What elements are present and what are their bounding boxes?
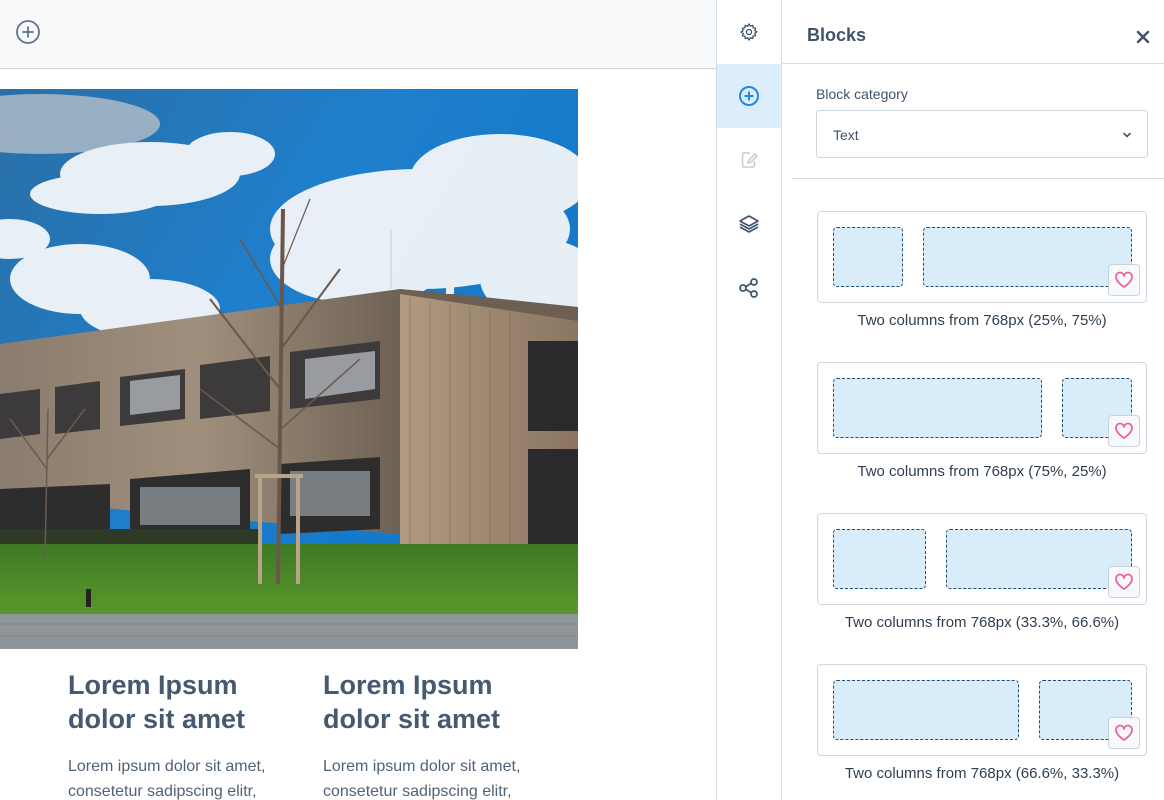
heart-icon [1115, 271, 1133, 288]
chevron-down-icon [1123, 132, 1131, 138]
favorite-button[interactable] [1108, 415, 1140, 447]
favorite-button[interactable] [1108, 566, 1140, 598]
block-item[interactable]: Two columns from 768px (75%, 25%) [817, 362, 1147, 480]
rail-settings-button[interactable] [717, 0, 781, 64]
block-label: Two columns from 768px (75%, 25%) [857, 463, 1107, 480]
rail-share-button[interactable] [717, 256, 781, 320]
heart-icon [1115, 422, 1133, 439]
panel-divider [792, 178, 1164, 179]
block-preview[interactable] [817, 362, 1147, 454]
column-heading: Lorem Ipsum dolor sit amet [68, 670, 246, 734]
favorite-button[interactable] [1108, 717, 1140, 749]
block-item[interactable]: Two columns from 768px (66.6%, 33.3%) [817, 664, 1147, 782]
block-category-value: Text [833, 127, 859, 143]
layers-icon [739, 215, 759, 233]
panel-title: Blocks [807, 25, 867, 45]
block-preview[interactable] [817, 664, 1147, 756]
rail-edit-button[interactable] [717, 128, 781, 192]
block-item[interactable]: Two columns from 768px (33.3%, 66.6%) [817, 513, 1147, 631]
sidebar-rail [716, 0, 782, 800]
building-photo [0, 89, 578, 649]
text-column-1[interactable]: Lorem Ipsum dolor sit amet Lorem ipsum d… [68, 668, 298, 800]
block-label: Two columns from 768px (66.6%, 33.3%) [844, 765, 1120, 782]
panel-header: Blocks [782, 0, 1164, 64]
close-panel-button[interactable] [1134, 28, 1152, 46]
column-preview [833, 227, 903, 287]
block-category-label: Block category [816, 86, 908, 102]
share-icon [739, 278, 758, 298]
add-block-button[interactable] [15, 19, 41, 45]
block-category-select[interactable]: Text [816, 110, 1148, 158]
close-icon [1136, 30, 1150, 44]
column-body: Lorem ipsum dolor sit amet, consetetur s… [323, 758, 521, 800]
column-preview [833, 529, 926, 589]
heart-icon [1115, 573, 1133, 590]
blocks-panel: Blocks Block category Text Two columns f… [782, 0, 1164, 800]
column-preview [946, 529, 1132, 589]
editor-canvas: Lorem Ipsum dolor sit amet Lorem ipsum d… [0, 0, 716, 800]
column-preview [833, 378, 1042, 438]
column-preview [833, 680, 1019, 740]
column-heading: Lorem Ipsum dolor sit amet [323, 670, 501, 734]
column-preview [923, 227, 1132, 287]
edit-document-icon [741, 152, 759, 168]
gear-icon [739, 22, 759, 42]
plus-circle-icon [739, 86, 759, 106]
block-preview[interactable] [817, 211, 1147, 303]
plus-circle-icon [16, 20, 40, 44]
block-preview[interactable] [817, 513, 1147, 605]
rail-layers-button[interactable] [717, 192, 781, 256]
block-item[interactable]: Two columns from 768px (25%, 75%) [817, 211, 1147, 329]
favorite-button[interactable] [1108, 264, 1140, 296]
rail-add-block-button[interactable] [717, 64, 781, 128]
hero-image[interactable] [0, 89, 578, 649]
heart-icon [1115, 724, 1133, 741]
block-label: Two columns from 768px (33.3%, 66.6%) [844, 614, 1120, 631]
column-body: Lorem ipsum dolor sit amet, consetetur s… [68, 758, 266, 800]
canvas-toolbar [0, 0, 716, 69]
block-label: Two columns from 768px (25%, 75%) [857, 312, 1107, 329]
text-column-2[interactable]: Lorem Ipsum dolor sit amet Lorem ipsum d… [323, 668, 553, 800]
